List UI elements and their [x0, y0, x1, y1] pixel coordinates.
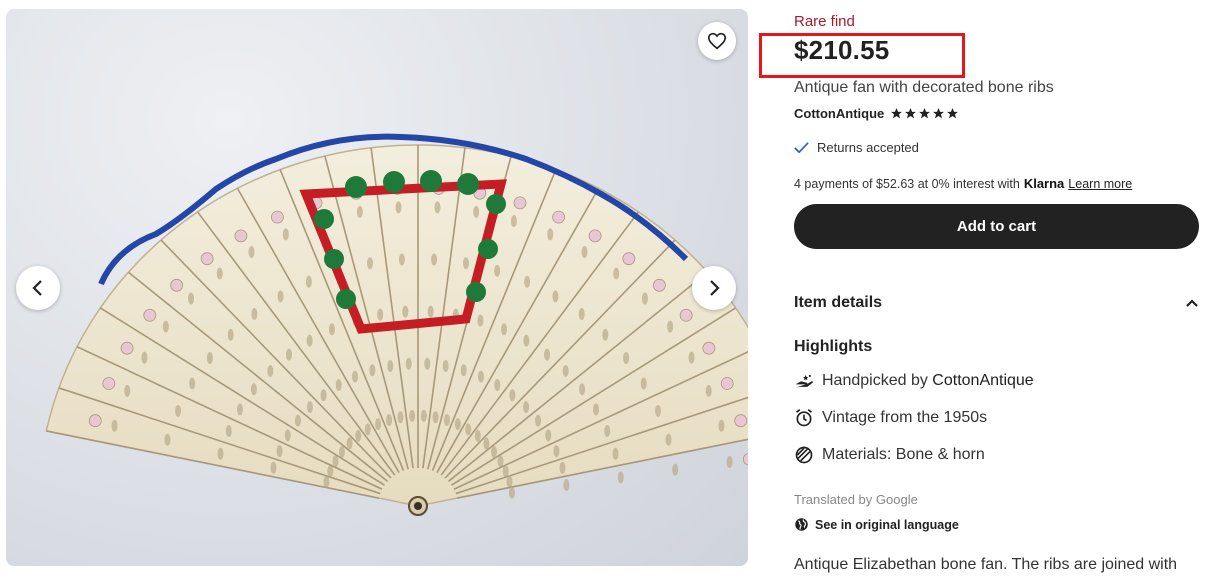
previous-image-button[interactable] [16, 266, 60, 310]
highlight-handpicked-prefix: Handpicked by [822, 372, 933, 389]
alarm-clock-icon [794, 408, 814, 428]
hand-icon [794, 371, 814, 391]
chevron-left-icon [32, 280, 42, 296]
chevron-right-icon [710, 280, 720, 296]
star-icon [947, 108, 959, 119]
star-icon [905, 108, 917, 119]
returns-text: Returns accepted [817, 140, 919, 155]
returns-policy: Returns accepted [794, 140, 919, 155]
product-image-gallery[interactable] [6, 9, 748, 566]
heart-icon [707, 32, 727, 50]
item-description: Antique Elizabethan bone fan. The ribs a… [794, 556, 1178, 573]
highlights-heading: Highlights [794, 338, 873, 355]
item-details-heading: Item details [794, 294, 883, 311]
highlight-vintage: Vintage from the 1950s [794, 408, 987, 428]
add-to-cart-button[interactable]: Add to cart [794, 204, 1199, 249]
item-details-toggle[interactable]: Item details [794, 294, 1199, 312]
klarna-logo: Klarna [1023, 176, 1065, 191]
translated-by-google: Translated by Google [794, 492, 918, 507]
product-image-antique-fan [45, 133, 748, 516]
highlight-handpicked: Handpicked by CottonAntique [794, 371, 1034, 391]
listing-title: Antique fan with decorated bone ribs [794, 79, 1054, 96]
star-icon [891, 108, 903, 119]
star-rating[interactable] [890, 107, 959, 120]
see-original-text: See in original language [815, 517, 959, 532]
klarna-text: 4 payments of $52.63 at 0% interest with [794, 176, 1020, 191]
chevron-up-icon [1186, 299, 1198, 307]
shop-rating-row: CottonAntique [794, 106, 959, 121]
price: $210.55 [794, 35, 890, 65]
next-image-button[interactable] [692, 266, 736, 310]
klarna-installments: 4 payments of $52.63 at 0% interest with… [794, 176, 1132, 191]
rare-find-badge: Rare find [794, 13, 855, 30]
learn-more-link[interactable]: Learn more [1068, 177, 1132, 191]
see-original-language-link[interactable]: See in original language [794, 517, 959, 532]
materials-icon [794, 445, 814, 465]
highlight-vintage-text: Vintage from the 1950s [822, 409, 988, 426]
highlight-materials-text: Materials: Bone & horn [822, 446, 985, 463]
favorite-button[interactable] [698, 22, 736, 60]
star-icon [933, 108, 945, 119]
globe-icon [795, 518, 808, 531]
star-icon [919, 108, 931, 119]
shop-name-link[interactable]: CottonAntique [794, 106, 884, 121]
checkmark-icon [794, 142, 809, 154]
highlight-handpicked-shop[interactable]: CottonAntique [932, 372, 1033, 390]
highlight-materials: Materials: Bone & horn [794, 445, 985, 465]
